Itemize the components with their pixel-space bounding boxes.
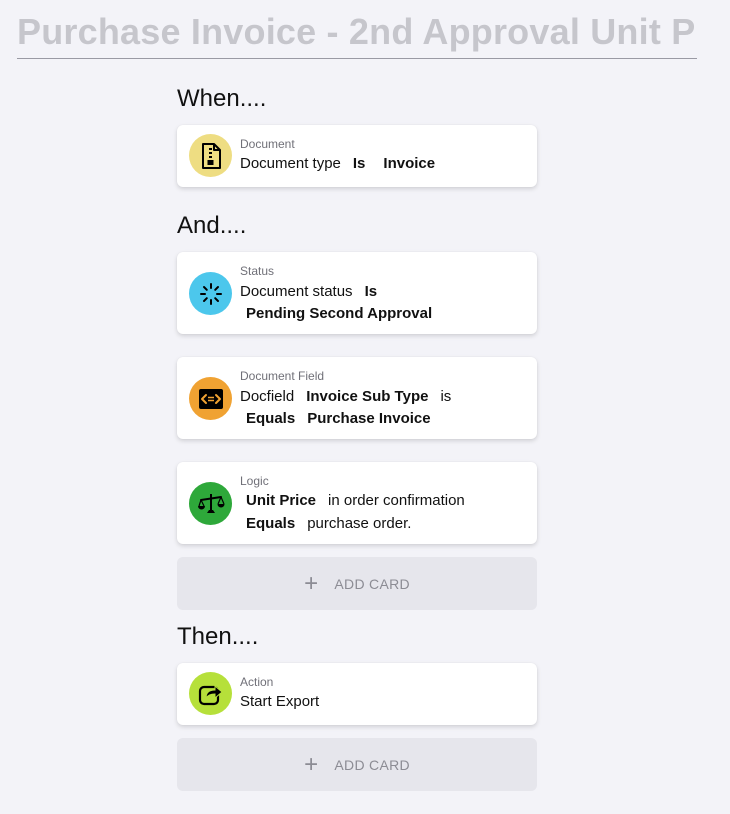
when-label: When.... [177, 85, 267, 112]
title-divider [17, 58, 697, 59]
card-condition-line: Document status Is [240, 283, 377, 300]
condition-text: in order confirmation [328, 492, 465, 509]
card-category: Logic [240, 474, 269, 488]
loading-spinner-icon [189, 272, 232, 315]
condition-operator: Is [364, 283, 378, 300]
condition-operator: Is [352, 155, 366, 172]
card-condition-line-2: Equals Purchase Invoice [246, 410, 431, 427]
card-condition-line: Docfield Invoice Sub Type is [240, 388, 451, 405]
logic-condition-card[interactable]: Logic Unit Price in order confirmation Eq… [177, 462, 537, 544]
card-condition-line: Document type Is Invoice [240, 155, 435, 172]
add-condition-card-button[interactable]: + ADD CARD [177, 557, 537, 610]
add-card-label: ADD CARD [334, 756, 410, 773]
card-category: Document [240, 137, 295, 151]
card-category: Document Field [240, 369, 325, 383]
condition-field: Document type [240, 155, 341, 172]
condition-value: Pending Second Approval [246, 305, 433, 322]
condition-operator: Equals [246, 515, 296, 532]
document-zip-icon [189, 134, 232, 177]
condition-field-name: Invoice Sub Type [306, 388, 429, 405]
condition-text-2: purchase order. [307, 515, 412, 532]
card-category: Status [240, 264, 275, 278]
share-export-icon [189, 672, 232, 715]
condition-field-name: Unit Price [246, 492, 317, 509]
card-condition-line-2: Equals purchase order. [246, 515, 411, 532]
action-value: Start Export [240, 693, 320, 710]
condition-field: Docfield [240, 388, 295, 405]
add-action-card-button[interactable]: + ADD CARD [177, 738, 537, 791]
card-condition-line: Unit Price in order confirmation [246, 492, 465, 509]
plus-icon: + [304, 569, 319, 597]
balance-scale-icon [189, 482, 232, 525]
condition-value: Purchase Invoice [307, 410, 431, 427]
and-label: And.... [177, 212, 247, 239]
card-category: Action [240, 675, 274, 689]
then-label: Then.... [177, 623, 259, 650]
document-condition-card[interactable]: Document Document type Is Invoice [177, 125, 537, 187]
action-line: Start Export [240, 693, 319, 710]
condition-operator: Equals [246, 410, 296, 427]
status-condition-card[interactable]: Status Document status Is Pending Second … [177, 252, 537, 334]
code-field-icon [189, 377, 232, 420]
add-card-label: ADD CARD [334, 575, 410, 592]
condition-value: Invoice [383, 155, 436, 172]
action-card[interactable]: Action Start Export [177, 663, 537, 725]
page-title: Purchase Invoice - 2nd Approval Unit Pri… [17, 11, 697, 52]
plus-icon: + [304, 750, 319, 778]
card-condition-line-2: Pending Second Approval [246, 305, 432, 322]
condition-field: Document status [240, 283, 353, 300]
condition-connector: is [440, 388, 452, 405]
docfield-condition-card[interactable]: Document Field Docfield Invoice Sub Type i… [177, 357, 537, 439]
